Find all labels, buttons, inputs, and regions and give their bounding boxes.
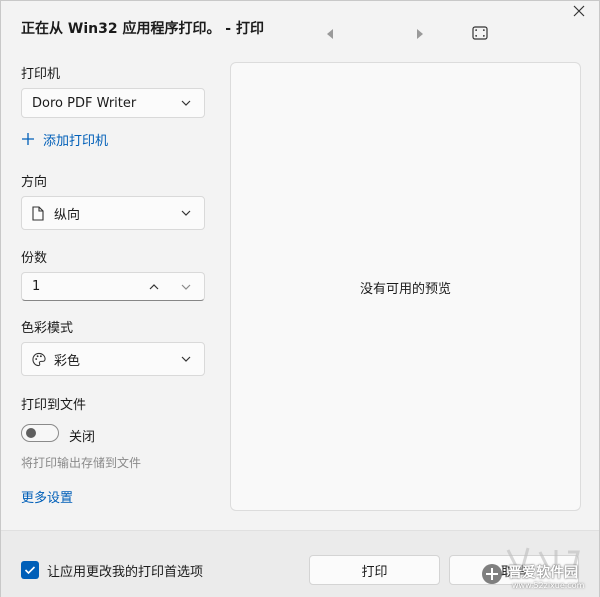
caret-left-icon (327, 29, 333, 39)
add-printer-label: 添加打印机 (43, 133, 109, 149)
copies-label: 份数 (21, 251, 48, 266)
document-icon (32, 205, 46, 221)
watermark-url: www.52zixue.com (512, 581, 585, 590)
palette-icon (32, 351, 46, 367)
close-icon (573, 5, 585, 17)
color-mode-label: 色彩模式 (21, 321, 74, 336)
chevron-down-icon (181, 100, 191, 106)
color-mode-select-value: 彩色 (54, 353, 81, 369)
print-button[interactable]: 打印 (309, 555, 440, 585)
fit-to-window-button[interactable] (472, 25, 488, 40)
next-page-button[interactable] (415, 25, 425, 39)
app-preferences-label: 让应用更改我的打印首选项 (47, 565, 204, 580)
print-to-file-label: 打印到文件 (21, 398, 87, 413)
checkmark-icon (24, 566, 36, 575)
more-settings-link[interactable]: 更多设置 (21, 487, 73, 506)
chevron-down-icon (181, 210, 191, 216)
fit-screen-icon (472, 26, 488, 40)
color-mode-select[interactable]: 彩色 (21, 342, 205, 376)
caret-right-icon (417, 29, 423, 39)
orientation-select[interactable]: 纵向 (21, 196, 205, 230)
orientation-select-value: 纵向 (54, 207, 81, 223)
print-to-file-hint: 将打印输出存储到文件 (21, 456, 142, 470)
printer-select[interactable]: Doro PDF Writer (21, 88, 205, 118)
printer-select-value: Doro PDF Writer (32, 95, 137, 111)
add-printer-link[interactable]: 添加打印机 (21, 130, 109, 149)
previous-page-button[interactable] (325, 25, 335, 39)
plus-icon (22, 133, 34, 145)
print-dialog: 正在从 Win32 应用程序打印。 - 打印 打印机 Doro PDF Writ… (0, 0, 600, 597)
orientation-label: 方向 (21, 175, 48, 190)
print-preview-area: 没有可用的预览 (230, 62, 581, 511)
close-button[interactable] (567, 1, 591, 21)
preview-message: 没有可用的预览 (359, 281, 451, 297)
chevron-up-icon[interactable] (148, 283, 160, 291)
watermark-text: 晋爱软件园 (508, 565, 578, 581)
printer-label: 打印机 (21, 67, 61, 82)
chevron-down-icon[interactable] (180, 283, 192, 291)
copies-value[interactable]: 1 (32, 279, 148, 294)
copies-stepper[interactable]: 1 (21, 272, 205, 301)
app-preferences-checkbox[interactable] (21, 561, 39, 579)
chevron-down-icon (181, 356, 191, 362)
toggle-knob (26, 428, 36, 438)
print-to-file-state: 关闭 (69, 430, 96, 445)
print-to-file-toggle[interactable] (21, 424, 59, 442)
dialog-title: 正在从 Win32 应用程序打印。 - 打印 (21, 21, 264, 37)
